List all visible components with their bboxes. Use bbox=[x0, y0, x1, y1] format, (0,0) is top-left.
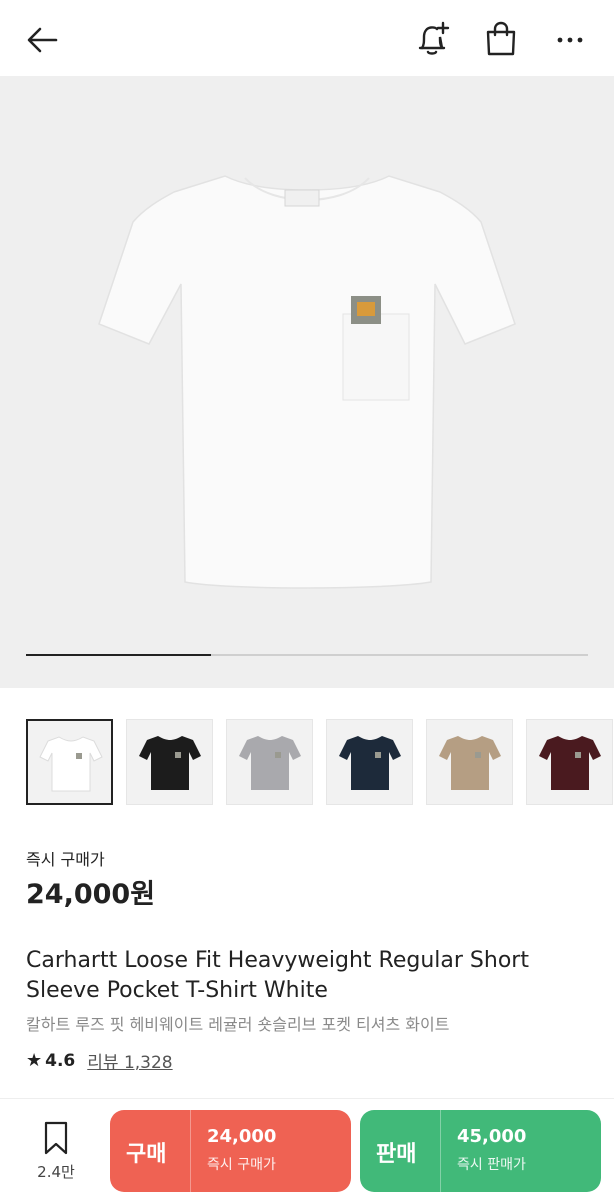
buy-button[interactable]: 구매 24,000 즉시 구매가 bbox=[110, 1110, 351, 1192]
price-value: 24,000원 bbox=[26, 879, 156, 910]
color-thumbnail[interactable] bbox=[126, 719, 213, 805]
buy-button-label: 구매 bbox=[126, 1142, 167, 1167]
sell-button-divider bbox=[440, 1110, 441, 1192]
color-thumbnail[interactable] bbox=[226, 719, 313, 805]
product-subtitle: 칼하트 루즈 핏 헤비웨이트 레귤러 숏슬리브 포켓 티셔츠 화이트 bbox=[26, 1015, 450, 1034]
star-icon: ★ bbox=[26, 1050, 43, 1071]
tshirt-thumbnail-image bbox=[239, 736, 301, 790]
sell-button-sublabel: 즉시 판매가 bbox=[457, 1157, 526, 1173]
bookmark-icon bbox=[44, 1121, 68, 1155]
wishlist-count: 2.4만 bbox=[37, 1163, 75, 1181]
tshirt-thumbnail-image bbox=[39, 736, 103, 792]
sell-button-label: 판매 bbox=[376, 1142, 417, 1167]
sell-button[interactable]: 판매 45,000 즉시 판매가 bbox=[360, 1110, 601, 1192]
product-image bbox=[98, 175, 516, 589]
bottom-action-bar: 2.4만 구매 24,000 즉시 구매가 판매 45,000 즉시 판매가 bbox=[0, 1098, 614, 1200]
carousel-progress bbox=[26, 654, 588, 656]
color-thumbnails bbox=[26, 719, 614, 805]
buy-button-divider bbox=[190, 1110, 191, 1192]
buy-button-price: 24,000 bbox=[207, 1126, 277, 1147]
rating-row: ★ 4.6 리뷰 1,328 bbox=[26, 1048, 173, 1073]
top-bar bbox=[0, 0, 614, 76]
tshirt-thumbnail-image bbox=[439, 736, 501, 790]
bell-plus-icon[interactable] bbox=[412, 18, 452, 58]
rating-score: 4.6 bbox=[45, 1050, 76, 1071]
color-thumbnail[interactable] bbox=[426, 719, 513, 805]
reviews-link[interactable]: 리뷰 1,328 bbox=[87, 1048, 172, 1073]
carousel-progress-fill bbox=[26, 654, 212, 656]
tshirt-thumbnail-image bbox=[539, 736, 601, 790]
price-label: 즉시 구매가 bbox=[26, 850, 105, 869]
product-title: Carhartt Loose Fit Heavyweight Regular S… bbox=[26, 948, 529, 1003]
color-thumbnail[interactable] bbox=[526, 719, 613, 805]
tshirt-thumbnail-image bbox=[139, 736, 201, 790]
product-image-carousel[interactable] bbox=[0, 76, 614, 688]
wishlist-button[interactable]: 2.4만 bbox=[24, 1121, 88, 1182]
buy-button-sublabel: 즉시 구매가 bbox=[207, 1157, 276, 1173]
color-thumbnail[interactable] bbox=[326, 719, 413, 805]
shopping-bag-icon[interactable] bbox=[482, 20, 520, 58]
arrow-left-icon[interactable] bbox=[22, 20, 62, 60]
color-thumbnail[interactable] bbox=[26, 719, 113, 805]
more-horizontal-icon[interactable] bbox=[552, 24, 588, 56]
tshirt-thumbnail-image bbox=[339, 736, 401, 790]
sell-button-price: 45,000 bbox=[457, 1126, 527, 1147]
